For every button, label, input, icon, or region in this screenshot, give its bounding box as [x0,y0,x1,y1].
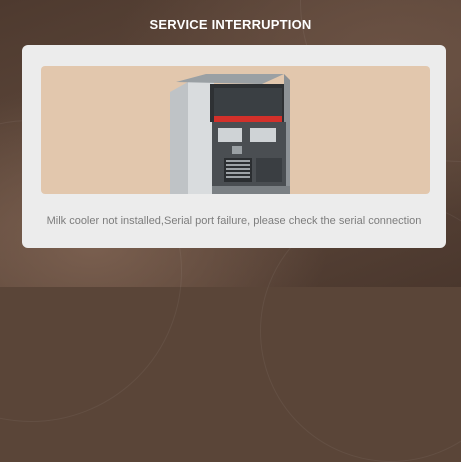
error-message: Milk cooler not installed,Serial port fa… [46,215,422,227]
coffee-machine-image [170,74,290,194]
alert-card: Milk cooler not installed,Serial port fa… [22,45,446,248]
page-title: SERVICE INTERRUPTION [149,17,312,32]
machine-image-panel [41,66,430,194]
